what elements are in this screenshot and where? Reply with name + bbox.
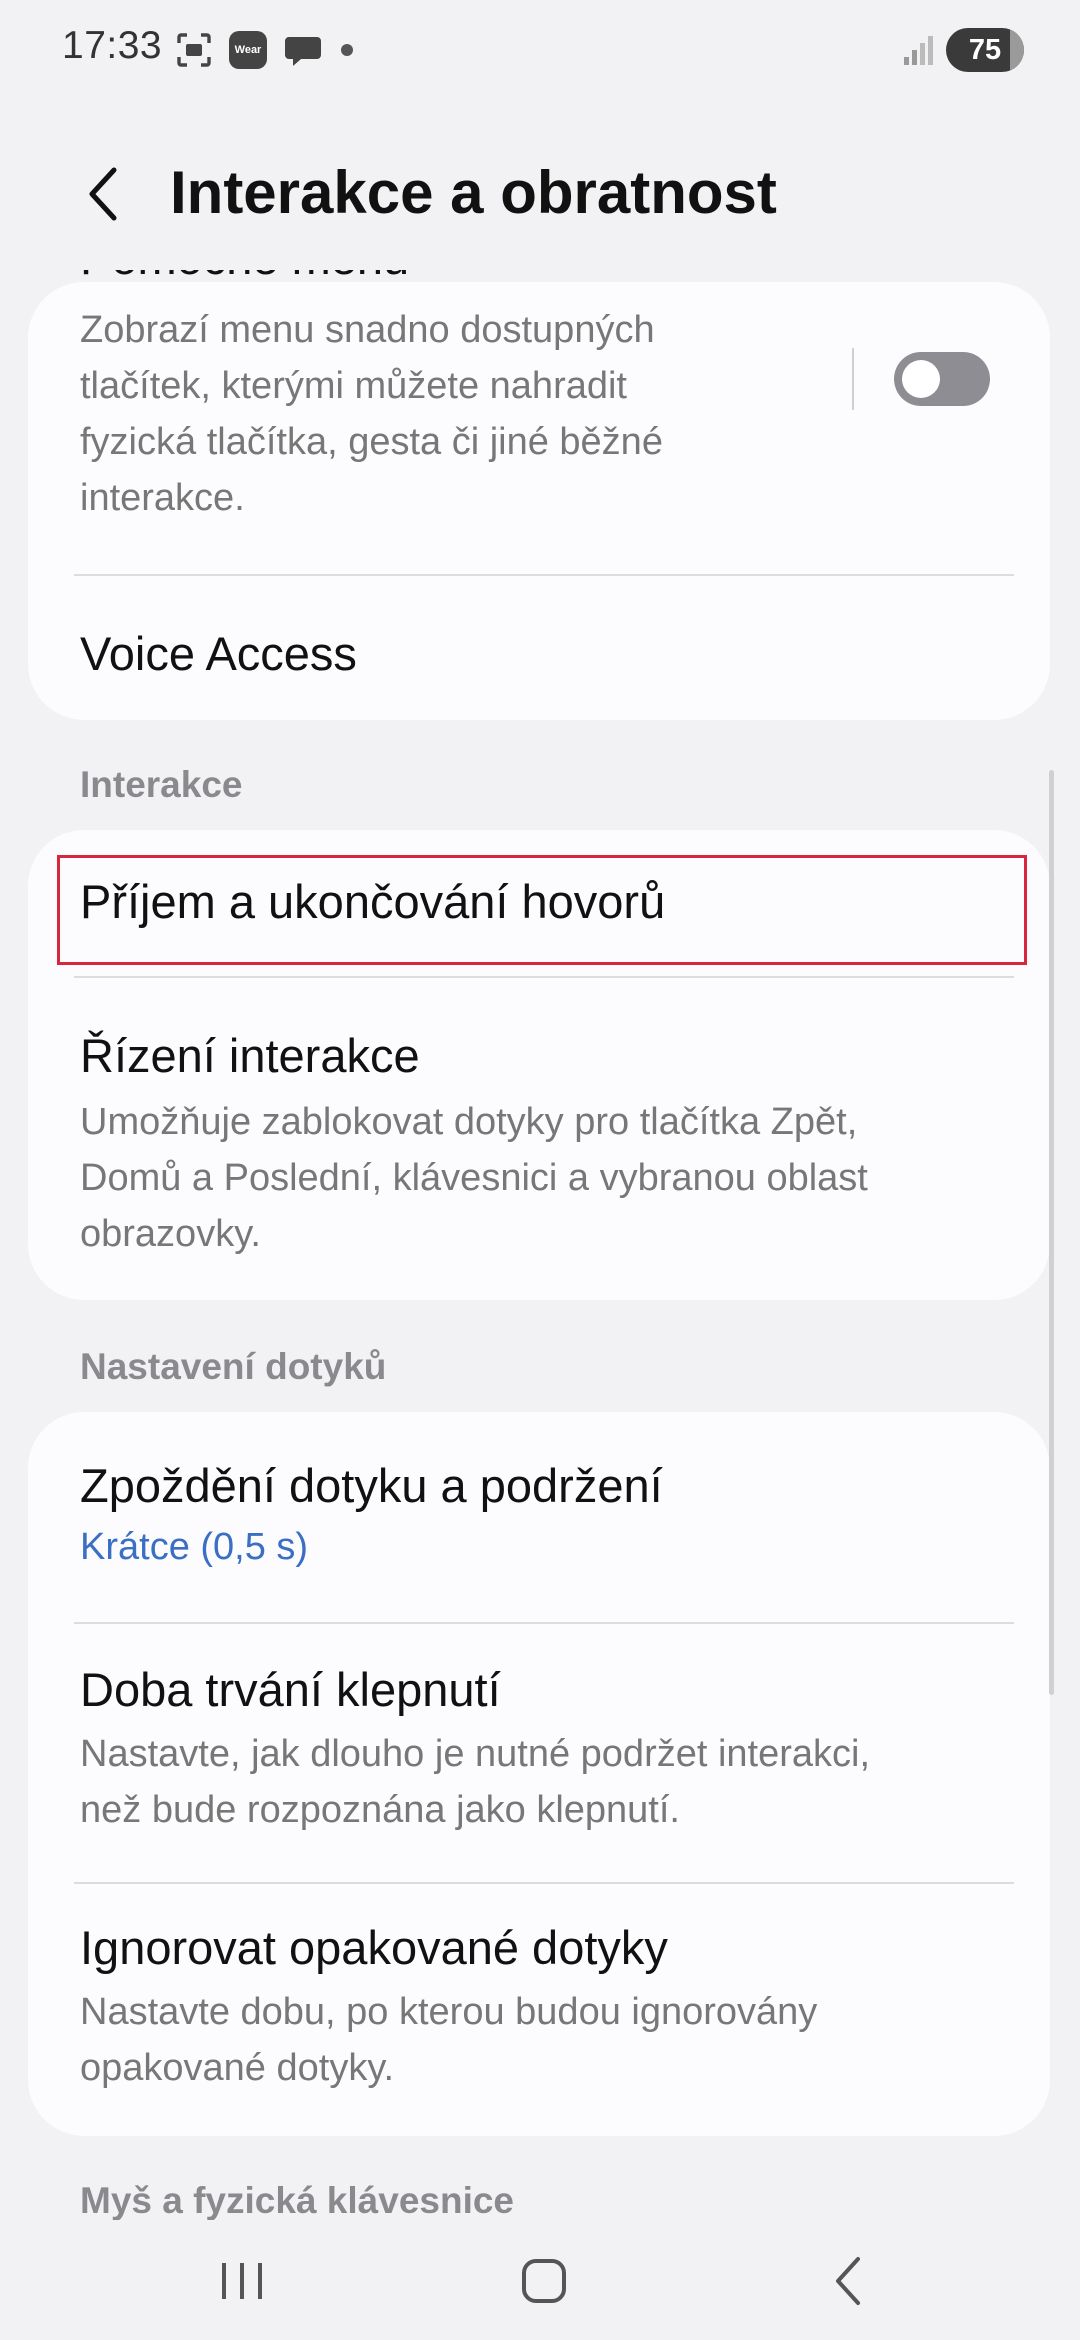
- assistant-menu-desc-2: tlačítek, kterými můžete nahradit: [80, 365, 627, 407]
- recents-icon: [222, 2263, 262, 2299]
- assistant-menu-desc-3: fyzická tlačítka, gesta či jiné běžné: [80, 421, 663, 463]
- settings-list[interactable]: Pomocné menu Zobrazí menu snadno dostupn…: [0, 270, 1080, 2220]
- ignore-repeated-touches-desc-2: opakované dotyky.: [80, 2047, 395, 2089]
- back-icon: [836, 2257, 860, 2305]
- status-right: 75: [902, 28, 1024, 72]
- back-button[interactable]: [70, 162, 134, 226]
- interaction-control-desc-3: obrazovky.: [80, 1213, 261, 1255]
- assistant-menu-toggle[interactable]: [894, 352, 990, 406]
- home-button[interactable]: [504, 2246, 584, 2316]
- ignore-repeated-touches-desc-1: Nastavte dobu, po kterou budou ignorován…: [80, 1991, 818, 2033]
- screenshot-icon: [177, 33, 211, 67]
- nav-back-button[interactable]: [808, 2246, 888, 2316]
- toggle-knob: [902, 360, 940, 398]
- recents-button[interactable]: [202, 2246, 282, 2316]
- status-time: 17:33: [62, 24, 163, 67]
- interaction-control-item[interactable]: Řízení interakce Umožňuje zablokovat dot…: [28, 980, 1050, 1280]
- touch-hold-delay-title: Zpoždění dotyku a podržení: [80, 1459, 663, 1512]
- interaction-control-desc-2: Domů a Poslední, klávesnici a vybranou o…: [80, 1157, 868, 1199]
- divider: [74, 976, 1014, 978]
- tap-duration-desc-2: než bude rozpoznána jako klepnutí.: [80, 1789, 680, 1831]
- wear-icon: Wear: [229, 31, 267, 69]
- page-title: Interakce a obratnost: [170, 159, 777, 226]
- wear-label: Wear: [234, 44, 262, 56]
- battery-indicator: 75: [946, 28, 1024, 72]
- notification-icons: Wear: [175, 28, 355, 72]
- battery-level: 75: [968, 33, 1002, 66]
- voice-access-item[interactable]: Voice Access: [80, 626, 357, 681]
- section-header-touch-settings: Nastavení dotyků: [80, 1346, 387, 1387]
- section-header-mouse-keyboard: Myš a fyzická klávesnice: [80, 2180, 515, 2220]
- toggle-separator: [852, 348, 854, 410]
- tap-duration-item[interactable]: Doba trvání klepnutí Nastavte, jak dlouh…: [28, 1624, 1050, 1882]
- signal-icon: [904, 36, 933, 65]
- tap-duration-title: Doba trvání klepnutí: [80, 1663, 501, 1716]
- card-touch-settings: Zpoždění dotyku a podržení Krátce (0,5 s…: [28, 1412, 1050, 2136]
- back-arrow-icon: [89, 167, 117, 221]
- ignore-repeated-touches-title: Ignorovat opakované dotyky: [80, 1921, 668, 1974]
- tap-duration-desc-1: Nastavte, jak dlouho je nutné podržet in…: [80, 1733, 871, 1775]
- app-header: Interakce a obratnost: [0, 140, 1080, 250]
- interaction-control-desc-1: Umožňuje zablokovat dotyky pro tlačítka …: [80, 1101, 858, 1143]
- assistant-menu-desc-4: interakce.: [80, 477, 245, 519]
- touch-hold-delay-item[interactable]: Zpoždění dotyku a podržení Krátce (0,5 s…: [28, 1412, 1050, 1612]
- interaction-control-title: Řízení interakce: [80, 1029, 420, 1082]
- section-header-interakce: Interakce: [80, 764, 243, 805]
- ignore-repeated-touches-item[interactable]: Ignorovat opakované dotyky Nastavte dobu…: [28, 1884, 1050, 2136]
- chat-bubble-icon: [285, 37, 321, 66]
- navigation-bar: [0, 2220, 1080, 2340]
- highlight-box: [57, 855, 1027, 965]
- dot-icon: [341, 44, 353, 56]
- touch-hold-delay-value: Krátce (0,5 s): [80, 1526, 309, 1568]
- divider: [74, 574, 1014, 576]
- card-assistant-menu: Zobrazí menu snadno dostupných tlačítek,…: [28, 282, 1050, 720]
- assistant-menu-desc-1: Zobrazí menu snadno dostupných: [80, 309, 655, 351]
- status-bar: 17:33 Wear 75: [0, 0, 1080, 100]
- scrollbar[interactable]: [1049, 770, 1054, 1695]
- home-icon: [522, 2259, 566, 2303]
